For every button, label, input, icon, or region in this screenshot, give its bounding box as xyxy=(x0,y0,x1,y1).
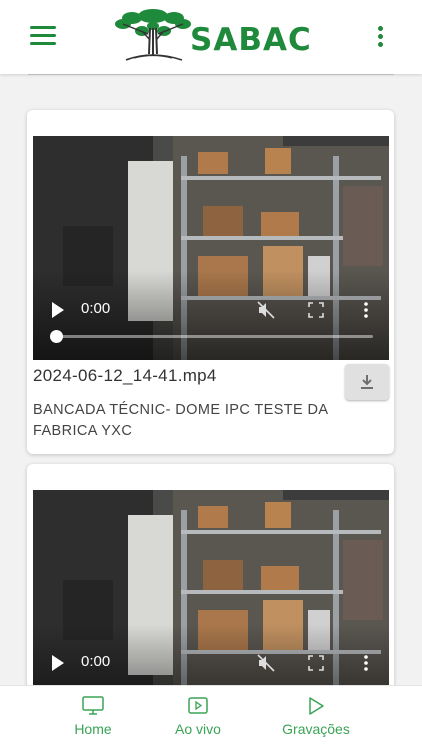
monitor-icon xyxy=(82,696,104,715)
video-options-icon[interactable] xyxy=(357,654,375,672)
fullscreen-icon[interactable] xyxy=(307,654,325,672)
video-options-icon[interactable] xyxy=(357,301,375,319)
nav-live[interactable]: Ao vivo xyxy=(172,696,224,737)
recording-filename: 2024-06-12_14-41.mp4 xyxy=(33,366,217,385)
nav-live-label: Ao vivo xyxy=(175,721,221,737)
mute-icon[interactable] xyxy=(257,654,275,672)
video-player[interactable]: 0:00 xyxy=(33,490,389,714)
recording-card: 0:00 xyxy=(27,464,394,714)
kebab-menu-icon[interactable] xyxy=(373,26,387,48)
play-icon[interactable] xyxy=(51,302,65,318)
nav-recordings-label: Gravações xyxy=(282,721,350,737)
recording-description: BANCADA TÉCNIC- DOME IPC TESTE DA FABRIC… xyxy=(33,402,328,439)
video-progress-bar[interactable] xyxy=(50,330,373,343)
play-triangle-icon xyxy=(309,697,324,715)
bottom-navigation: Home Ao vivo Gravações xyxy=(0,685,422,750)
play-icon[interactable] xyxy=(51,655,65,671)
recording-card: 0:00 2024-06-12_14-41.mp4 BANCADA TÉCNIC… xyxy=(27,110,394,454)
fullscreen-icon[interactable] xyxy=(307,301,325,319)
play-square-icon xyxy=(188,697,208,714)
video-time: 0:00 xyxy=(81,653,111,670)
nav-recordings[interactable]: Gravações xyxy=(280,696,352,737)
progress-thumb[interactable] xyxy=(50,330,63,343)
video-player[interactable]: 0:00 xyxy=(33,136,389,360)
download-button[interactable] xyxy=(345,364,389,400)
video-time: 0:00 xyxy=(81,300,111,317)
nav-home-label: Home xyxy=(74,721,112,737)
nav-home[interactable]: Home xyxy=(70,696,116,737)
app-header: SABAC xyxy=(0,0,422,74)
mute-icon[interactable] xyxy=(257,301,275,319)
download-icon xyxy=(361,375,373,389)
brand-name: SABAC xyxy=(190,22,312,58)
hamburger-menu-icon[interactable] xyxy=(30,26,56,46)
header-divider xyxy=(28,74,394,75)
